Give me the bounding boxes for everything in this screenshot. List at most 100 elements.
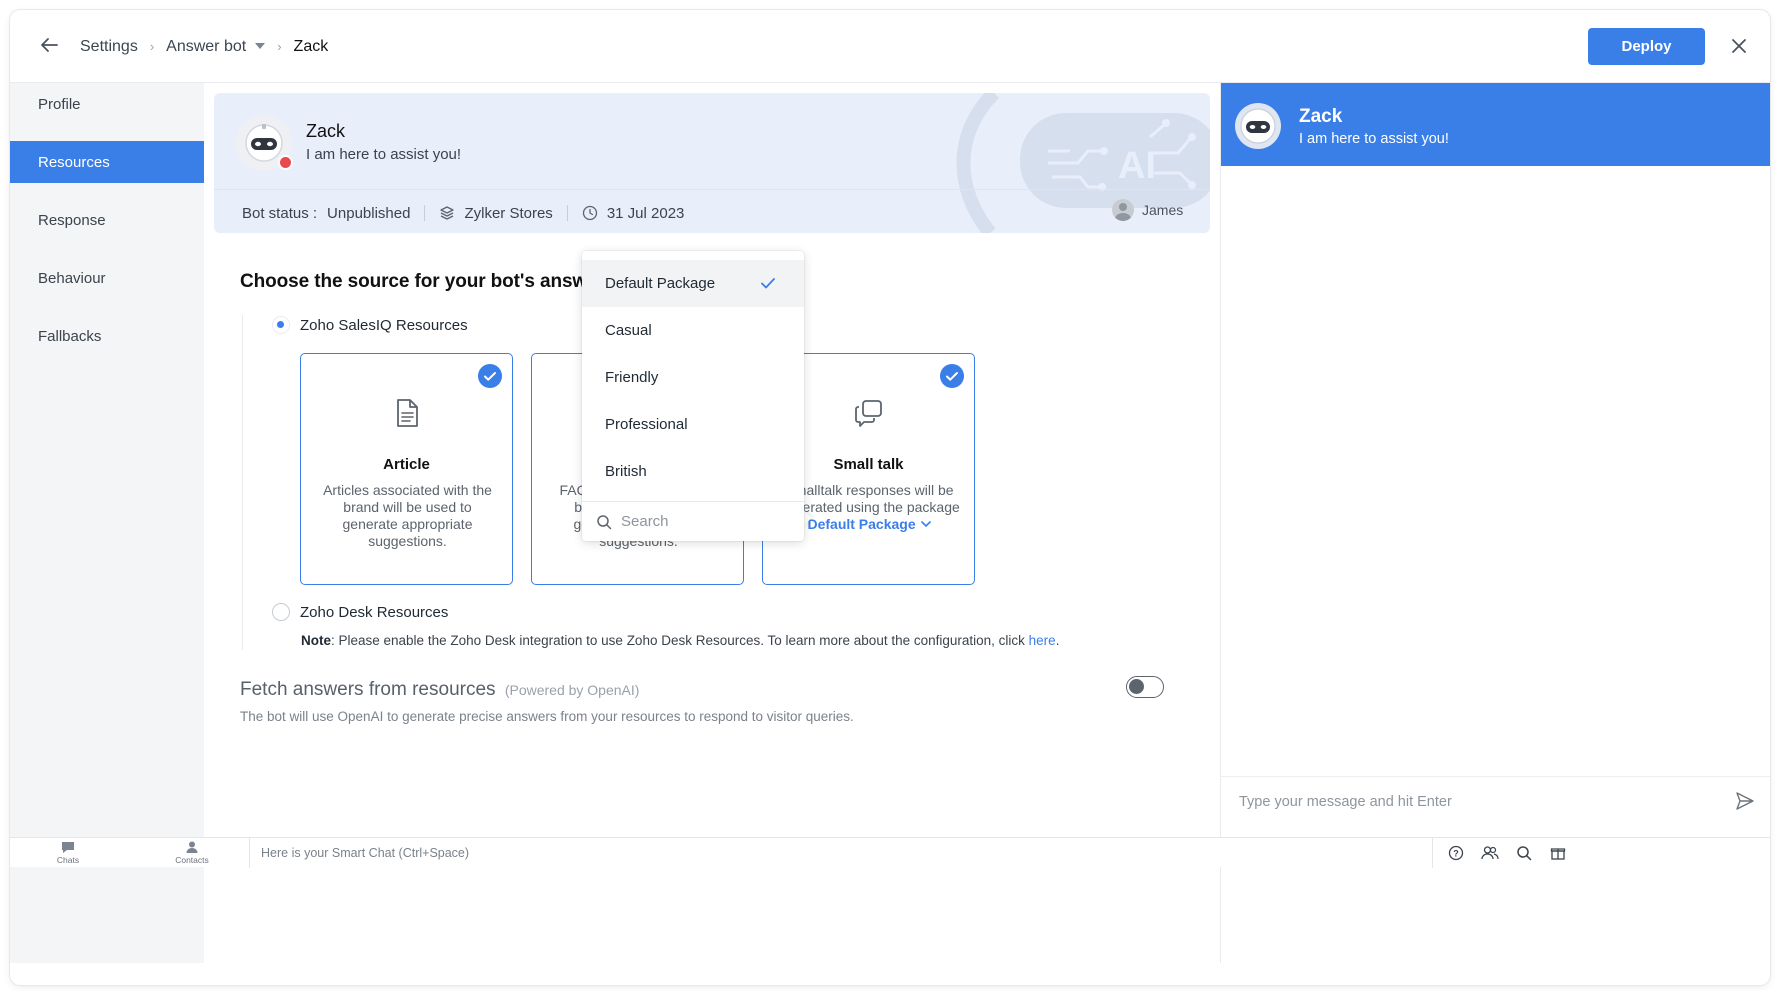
dropdown-option-friendly[interactable]: Friendly (582, 354, 804, 401)
bot-tagline: I am here to assist you! (306, 146, 462, 163)
svg-text:?: ? (1453, 849, 1459, 859)
package-dropdown-link[interactable]: Default Package (807, 516, 931, 532)
sidebar-item-behaviour[interactable]: Behaviour (10, 257, 204, 299)
card-description-text: Smalltalk responses will be generated us… (779, 482, 960, 515)
chat-bubble-icon (62, 842, 74, 853)
banner-divider (214, 189, 1210, 190)
fetch-answers-title: Fetch answers from resources (Powered by… (240, 679, 639, 701)
bottom-icon-group: ? (1432, 838, 1575, 868)
package-link-label: Default Package (807, 516, 916, 532)
help-button[interactable]: ? (1439, 838, 1473, 868)
sidebar-item-profile[interactable]: Profile (10, 83, 204, 125)
preview-message-input[interactable] (1239, 793, 1709, 810)
bot-meta: Bot status : Unpublished Zylker Stores 3… (242, 203, 684, 223)
back-arrow-icon[interactable] (38, 34, 60, 56)
chevron-down-icon[interactable] (255, 42, 266, 49)
sidebar-item-label: Response (38, 211, 106, 229)
sidebar-item-resources[interactable]: Resources (10, 141, 204, 183)
top-header: Settings › Answer bot › Zack Deploy (10, 10, 1770, 83)
resources-section-title: Choose the source for your bot's answers (240, 271, 616, 292)
bot-owner: James (1112, 199, 1183, 221)
bot-status-label: Bot status : (242, 204, 318, 222)
sidebar-item-response[interactable]: Response (10, 199, 204, 241)
sidebar-item-label: Fallbacks (38, 327, 102, 345)
powered-by-label: (Powered by OpenAI) (504, 682, 640, 698)
dropdown-option-casual[interactable]: Casual (582, 307, 804, 354)
dropdown-search-input[interactable] (621, 513, 791, 530)
preview-message-bar (1221, 776, 1770, 826)
close-icon[interactable] (1728, 35, 1750, 57)
deploy-button[interactable]: Deploy (1588, 28, 1705, 65)
desk-note: Note: Please enable the Zoho Desk integr… (301, 633, 1059, 648)
breadcrumb-current: Zack (293, 37, 329, 55)
clock-icon (582, 205, 597, 221)
gift-button[interactable] (1541, 838, 1575, 868)
dropdown-option-british[interactable]: British (582, 448, 804, 495)
section-guide-line (242, 315, 243, 650)
search-icon (1517, 846, 1532, 861)
fetch-answers-toggle[interactable] (1126, 676, 1164, 698)
meta-divider (566, 205, 568, 221)
chats-tab[interactable]: Chats (38, 840, 98, 865)
desk-resources-radio[interactable] (272, 603, 290, 621)
card-description: Articles associated with the brand will … (323, 482, 492, 549)
dropdown-search (582, 501, 804, 541)
breadcrumb-answer-bot[interactable]: Answer bot (166, 38, 246, 56)
sidebar-item-fallbacks[interactable]: Fallbacks (10, 315, 204, 357)
bot-status-value: Unpublished (327, 204, 411, 222)
contacts-label: Contacts (175, 855, 209, 865)
option-label: Casual (605, 322, 652, 339)
checkmark-icon (940, 364, 964, 388)
layers-icon (440, 206, 455, 220)
people-icon (1481, 846, 1499, 860)
bottom-bar: Chats Contacts Here is your Smart Chat (… (10, 837, 1770, 868)
check-icon (761, 278, 775, 289)
breadcrumb-separator-icon: › (149, 39, 155, 54)
preview-avatar (1235, 103, 1281, 149)
global-search-button[interactable] (1507, 838, 1541, 868)
settings-sidebar: Profile Resources Response Behaviour Fal… (10, 83, 204, 963)
article-card[interactable]: Article Articles associated with the bra… (300, 353, 513, 585)
meta-divider (424, 205, 426, 221)
option-label: Default Package (605, 275, 716, 292)
chats-label: Chats (56, 855, 80, 865)
breadcrumb-separator-icon: › (277, 39, 282, 54)
bot-name: Zack (306, 121, 346, 141)
option-label: Professional (605, 416, 688, 433)
robot-face-icon (1240, 108, 1276, 144)
owner-name: James (1142, 202, 1184, 218)
option-label: British (605, 463, 647, 480)
salesiq-resources-label: Zoho SalesIQ Resources (300, 317, 468, 334)
note-text: : Please enable the Zoho Desk integratio… (331, 633, 1029, 648)
dropdown-option-professional[interactable]: Professional (582, 401, 804, 448)
breadcrumb: Settings › Answer bot › Zack (80, 10, 328, 83)
checkmark-icon (478, 364, 502, 388)
card-title: Article (383, 456, 430, 473)
bot-banner: AI Zack I am here to assist you! Bot sta… (214, 93, 1210, 233)
sidebar-item-label: Behaviour (38, 269, 106, 287)
user-avatar-icon (1112, 199, 1134, 221)
sidebar-item-label: Resources (38, 153, 110, 171)
send-icon[interactable] (1735, 791, 1755, 811)
chevron-down-icon (920, 521, 931, 528)
salesiq-resources-radio[interactable] (272, 316, 290, 334)
team-button[interactable] (1473, 838, 1507, 868)
fetch-answers-description: The bot will use OpenAI to generate prec… (240, 709, 854, 724)
contact-person-icon (186, 841, 198, 853)
option-label: Friendly (605, 369, 659, 386)
chat-preview: Zack I am here to assist you! (1220, 83, 1770, 963)
help-icon: ? (1448, 845, 1464, 861)
contacts-tab[interactable]: Contacts (162, 840, 222, 865)
search-icon (597, 514, 612, 529)
status-dot (278, 155, 293, 170)
dropdown-option-default-package[interactable]: Default Package (582, 260, 804, 307)
learn-more-link[interactable]: here (1029, 633, 1056, 648)
app-window: Settings › Answer bot › Zack Deploy Prof… (10, 10, 1770, 985)
preview-bot-name: Zack (1299, 106, 1343, 127)
note-end: . (1055, 633, 1060, 648)
breadcrumb-settings[interactable]: Settings (80, 38, 138, 56)
preview-bot-tagline: I am here to assist you! (1299, 131, 1449, 147)
smart-chat-input[interactable]: Here is your Smart Chat (Ctrl+Space) (261, 846, 469, 860)
note-prefix: Note (301, 633, 331, 648)
bot-brand: Zylker Stores (464, 204, 553, 222)
